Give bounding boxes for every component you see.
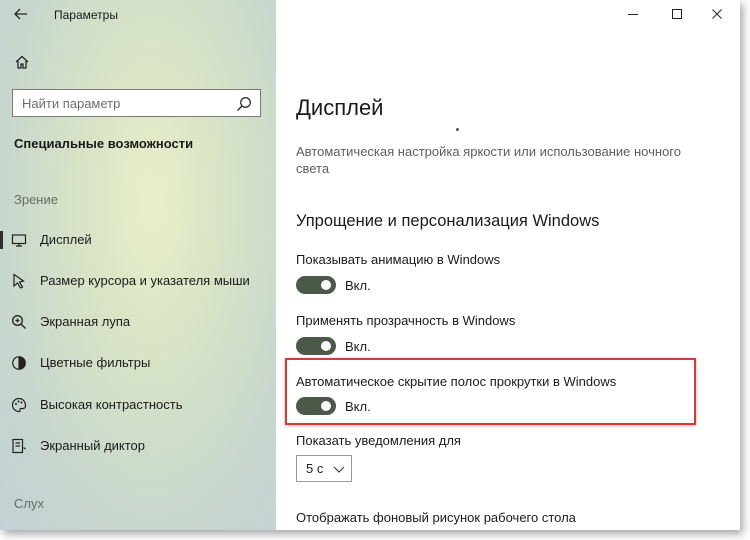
close-button[interactable] bbox=[694, 2, 740, 26]
search-icon bbox=[236, 97, 251, 112]
monitor-icon bbox=[11, 234, 27, 247]
toggle-state-animation: Вкл. bbox=[345, 278, 371, 293]
toggle-knob bbox=[321, 401, 331, 411]
toggle-knob bbox=[321, 280, 331, 290]
section-heading: Упрощение и персонализация Windows bbox=[296, 212, 600, 230]
sidebar-item-label: Дисплей bbox=[40, 232, 92, 247]
sidebar-item-color-filters[interactable]: Цветные фильтры bbox=[0, 344, 276, 382]
toggle-scrollbars[interactable] bbox=[296, 397, 336, 415]
notifications-duration-select[interactable]: 5 с bbox=[296, 455, 352, 482]
setting-label-animation: Показывать анимацию в Windows bbox=[296, 252, 501, 267]
sidebar: Параметры Специальные возможности Зрение… bbox=[0, 0, 276, 530]
minimize-button[interactable] bbox=[610, 2, 656, 26]
app-title: Параметры bbox=[54, 8, 118, 22]
sidebar-item-label: Размер курсора и указателя мыши bbox=[40, 273, 250, 288]
close-icon bbox=[712, 9, 722, 19]
sidebar-item-label: Высокая контрастность bbox=[40, 397, 183, 412]
back-button[interactable] bbox=[10, 6, 32, 24]
sidebar-item-display[interactable]: Дисплей bbox=[0, 221, 276, 259]
section-label-vision: Зрение bbox=[14, 192, 58, 207]
sidebar-item-cursor[interactable]: Размер курсора и указателя мыши bbox=[0, 262, 276, 300]
sidebar-item-high-contrast[interactable]: Высокая контрастность bbox=[0, 386, 276, 424]
highlight-frame bbox=[285, 358, 696, 425]
back-arrow-icon bbox=[14, 8, 27, 20]
home-icon bbox=[15, 55, 29, 69]
home-button[interactable] bbox=[14, 54, 32, 72]
category-title: Специальные возможности bbox=[14, 136, 194, 151]
toggle-state-scrollbars: Вкл. bbox=[345, 399, 371, 414]
narrator-icon bbox=[12, 438, 26, 454]
cursor-icon bbox=[13, 273, 25, 289]
select-value: 5 с bbox=[306, 461, 324, 476]
chevron-down-icon bbox=[333, 466, 345, 473]
main-content: Дисплей Автоматическая настройка яркости… bbox=[276, 0, 740, 530]
toggle-transparency[interactable] bbox=[296, 337, 336, 355]
selected-indicator bbox=[0, 231, 3, 249]
sidebar-item-label: Экранный диктор bbox=[40, 438, 146, 453]
palette-icon bbox=[11, 397, 27, 413]
magnifier-icon bbox=[12, 315, 26, 329]
maximize-icon bbox=[672, 9, 682, 19]
sidebar-item-label: Цветные фильтры bbox=[40, 355, 151, 370]
setting-label-transparency: Применять прозрачность в Windows bbox=[296, 313, 516, 328]
sidebar-item-label: Экранная лупа bbox=[40, 314, 131, 329]
toggle-state-transparency: Вкл. bbox=[345, 339, 371, 354]
sidebar-item-narrator[interactable]: Экранный диктор bbox=[0, 427, 276, 465]
section-label-hearing: Слух bbox=[14, 496, 44, 511]
notifications-label: Показать уведомления для bbox=[296, 433, 461, 448]
sidebar-item-magnifier[interactable]: Экранная лупа bbox=[0, 303, 276, 341]
toggle-knob bbox=[321, 341, 331, 351]
scroll-marker bbox=[456, 128, 459, 131]
color-filter-icon bbox=[12, 356, 26, 370]
wallpaper-label: Отображать фоновый рисунок рабочего стол… bbox=[296, 510, 576, 525]
search-input[interactable] bbox=[22, 94, 222, 112]
minimize-icon bbox=[628, 14, 638, 15]
brightness-description: Автоматическая настройка яркости или исп… bbox=[296, 144, 681, 176]
settings-window: Параметры Специальные возможности Зрение… bbox=[0, 0, 740, 530]
toggle-animation[interactable] bbox=[296, 276, 336, 294]
setting-label-scrollbars: Автоматическое скрытие полос прокрутки в… bbox=[296, 374, 617, 389]
page-title: Дисплей bbox=[296, 95, 384, 120]
search-box[interactable] bbox=[12, 89, 261, 117]
